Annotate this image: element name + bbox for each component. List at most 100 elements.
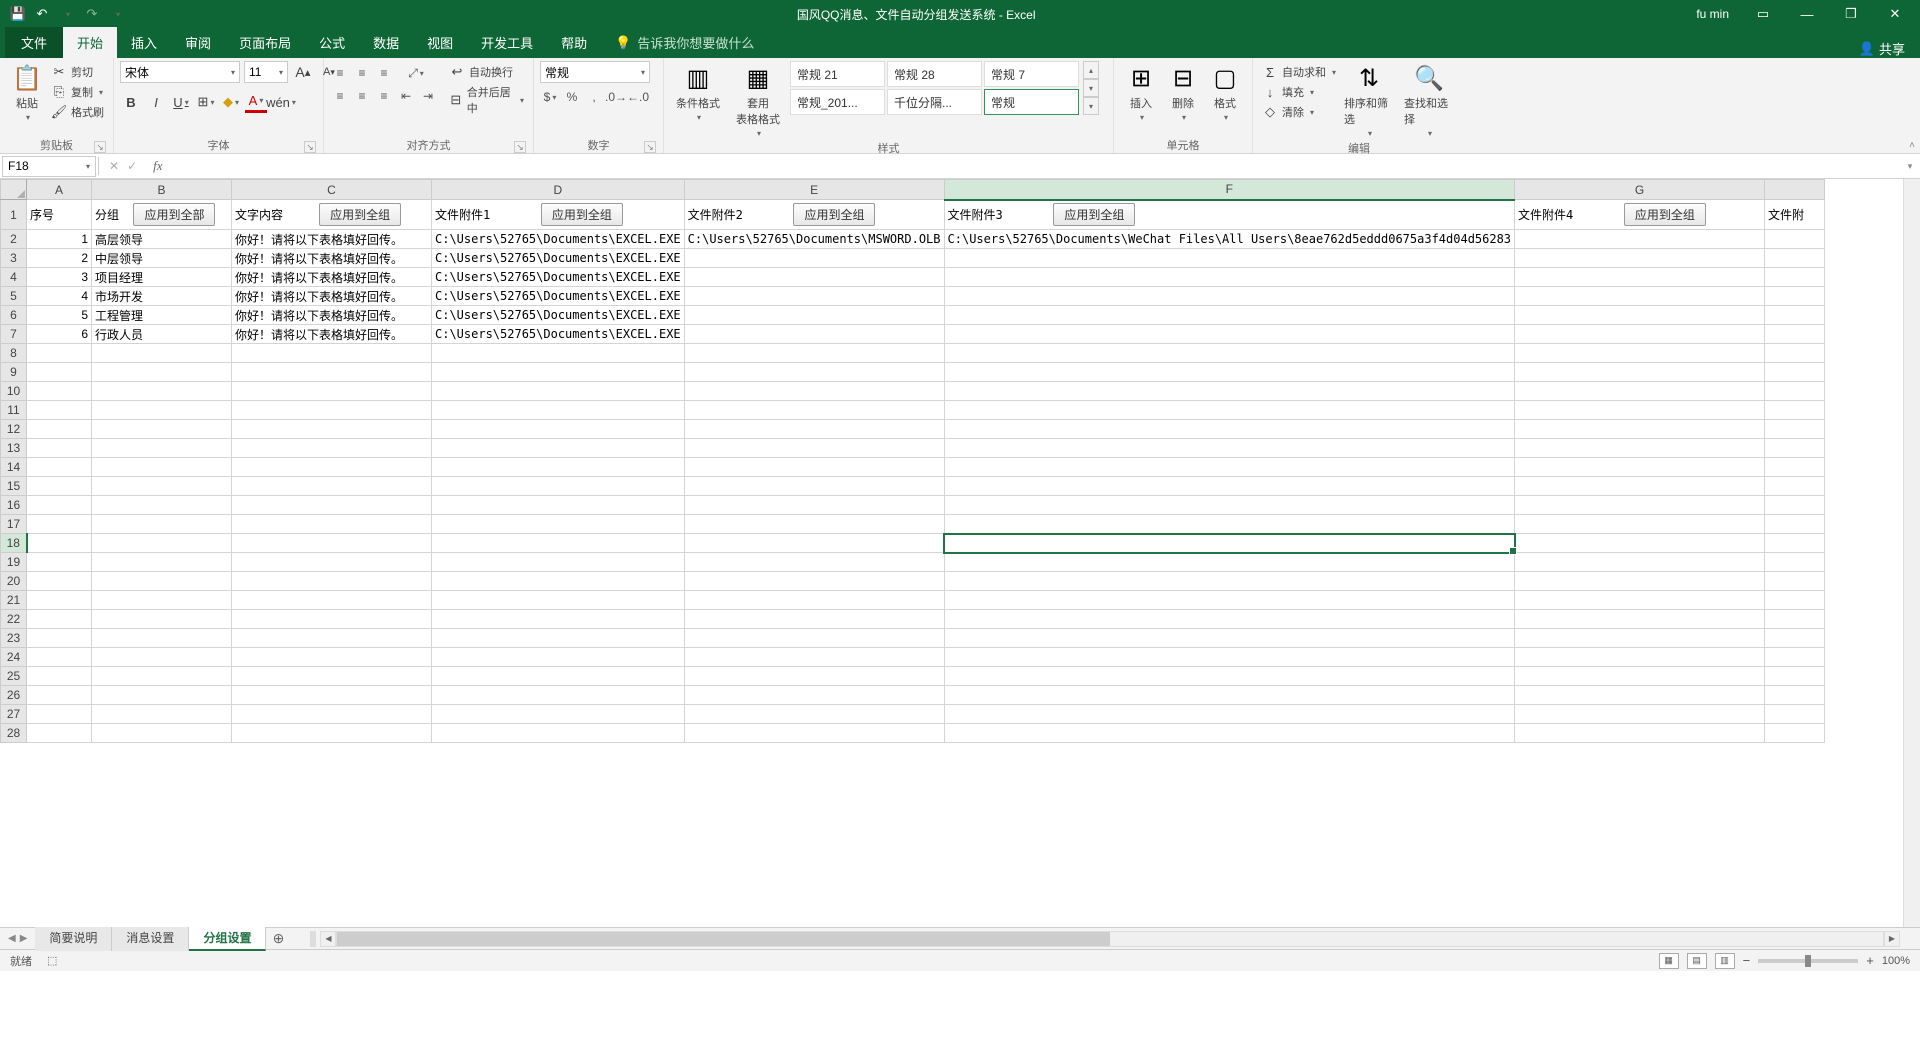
align-bottom-icon[interactable]: ≡ [374,63,394,83]
cell-D5[interactable]: C:\Users\52765\Documents\EXCEL.EXE [432,287,685,306]
cell-G23[interactable] [1515,629,1765,648]
qat-customize-icon[interactable]: ▾ [110,6,126,22]
undo-icon[interactable]: ↶ [34,6,50,22]
cell-C28[interactable] [232,724,432,743]
cell-F5[interactable] [944,287,1515,306]
cell-H19[interactable] [1765,553,1825,572]
clear-button[interactable]: ◇清除▾ [1259,103,1339,121]
cell-C24[interactable] [232,648,432,667]
cell-F25[interactable] [944,667,1515,686]
row-head-4[interactable]: 4 [1,268,27,287]
sheet-tab-1[interactable]: 消息设置 [112,926,189,951]
decrease-decimal-icon[interactable]: ←.0 [628,87,648,107]
row-head-15[interactable]: 15 [1,477,27,496]
cell-D1[interactable]: 文件附件1 应用到全组 [432,200,685,230]
cell-G24[interactable] [1515,648,1765,667]
sheet-nav-next-icon[interactable]: ▶ [20,933,28,944]
col-head-A[interactable]: A [27,180,92,200]
insert-cells-button[interactable]: ⊞插入▾ [1120,61,1162,124]
cell-H4[interactable] [1765,268,1825,287]
cell-G13[interactable] [1515,439,1765,458]
cell-D14[interactable] [432,458,685,477]
enter-formula-icon[interactable]: ✓ [127,159,137,173]
apply-all-button[interactable]: 应用到全部 [133,203,215,226]
cell-C1[interactable]: 文字内容 应用到全组 [232,200,432,230]
cell-E16[interactable] [684,496,944,515]
cell-B27[interactable] [92,705,232,724]
cell-C9[interactable] [232,363,432,382]
phonetic-button[interactable]: wén▾ [270,91,292,113]
vertical-scrollbar[interactable] [1903,179,1920,927]
cell-D15[interactable] [432,477,685,496]
cell-H2[interactable] [1765,230,1825,249]
cell-F22[interactable] [944,610,1515,629]
cell-F19[interactable] [944,553,1515,572]
col-head-C[interactable]: C [232,180,432,200]
col-head-G[interactable]: G [1515,180,1765,200]
cell-B4[interactable]: 项目经理 [92,268,232,287]
cell-C22[interactable] [232,610,432,629]
cell-H23[interactable] [1765,629,1825,648]
cell-B20[interactable] [92,572,232,591]
cell-C3[interactable]: 你好！请将以下表格填好回传。 [232,249,432,268]
row-head-24[interactable]: 24 [1,648,27,667]
cell-H13[interactable] [1765,439,1825,458]
cell-G26[interactable] [1515,686,1765,705]
cell-D7[interactable]: C:\Users\52765\Documents\EXCEL.EXE [432,325,685,344]
cell-F24[interactable] [944,648,1515,667]
cell-G11[interactable] [1515,401,1765,420]
cell-D27[interactable] [432,705,685,724]
cell-E23[interactable] [684,629,944,648]
format-cells-button[interactable]: ▢格式▾ [1204,61,1246,124]
cell-B3[interactable]: 中层领导 [92,249,232,268]
cell-F21[interactable] [944,591,1515,610]
fill-button[interactable]: ↓填充▾ [1259,83,1339,101]
increase-indent-icon[interactable]: ⇥ [418,86,438,106]
row-head-7[interactable]: 7 [1,325,27,344]
cell-G21[interactable] [1515,591,1765,610]
paste-button[interactable]: 📋 粘贴 ▾ [6,61,48,124]
redo-icon[interactable]: ↷ [84,6,100,22]
cell-C5[interactable]: 你好！请将以下表格填好回传。 [232,287,432,306]
orientation-icon[interactable]: ⤢▾ [406,63,426,83]
cell-E13[interactable] [684,439,944,458]
cell-E25[interactable] [684,667,944,686]
bold-button[interactable]: B [120,91,142,113]
cell-B2[interactable]: 高层领导 [92,230,232,249]
row-head-6[interactable]: 6 [1,306,27,325]
cell-A27[interactable] [27,705,92,724]
hscroll-left-icon[interactable]: ◀ [320,931,336,947]
cell-style-0-2[interactable]: 常规 7 [984,61,1079,87]
cell-D21[interactable] [432,591,685,610]
format-as-table-button[interactable]: ▦ 套用 表格格式▾ [726,61,790,140]
border-button[interactable]: ⊞▾ [195,91,217,113]
row-head-9[interactable]: 9 [1,363,27,382]
tab-pagelayout[interactable]: 页面布局 [225,27,305,58]
cell-H14[interactable] [1765,458,1825,477]
cell-E10[interactable] [684,382,944,401]
cell-G9[interactable] [1515,363,1765,382]
cell-C8[interactable] [232,344,432,363]
undo-dropdown-icon[interactable]: ▾ [60,6,76,22]
cell-C16[interactable] [232,496,432,515]
cell-D9[interactable] [432,363,685,382]
cell-D10[interactable] [432,382,685,401]
collapse-ribbon-icon[interactable]: ˄ [1909,140,1915,151]
ribbon-display-icon[interactable]: ▭ [1743,0,1783,28]
align-top-icon[interactable]: ≡ [330,63,350,83]
cell-G14[interactable] [1515,458,1765,477]
cell-D24[interactable] [432,648,685,667]
cell-B1[interactable]: 分组 应用到全部 [92,200,232,230]
cell-H17[interactable] [1765,515,1825,534]
cell-D13[interactable] [432,439,685,458]
cell-B18[interactable] [92,534,232,553]
cell-F6[interactable] [944,306,1515,325]
cell-G15[interactable] [1515,477,1765,496]
cell-A11[interactable] [27,401,92,420]
fill-color-button[interactable]: ◆▾ [220,91,242,113]
cell-E26[interactable] [684,686,944,705]
cell-style-1-2[interactable]: 常规 [984,89,1079,115]
cell-G3[interactable] [1515,249,1765,268]
zoom-level[interactable]: 100% [1882,955,1910,967]
cell-H28[interactable] [1765,724,1825,743]
